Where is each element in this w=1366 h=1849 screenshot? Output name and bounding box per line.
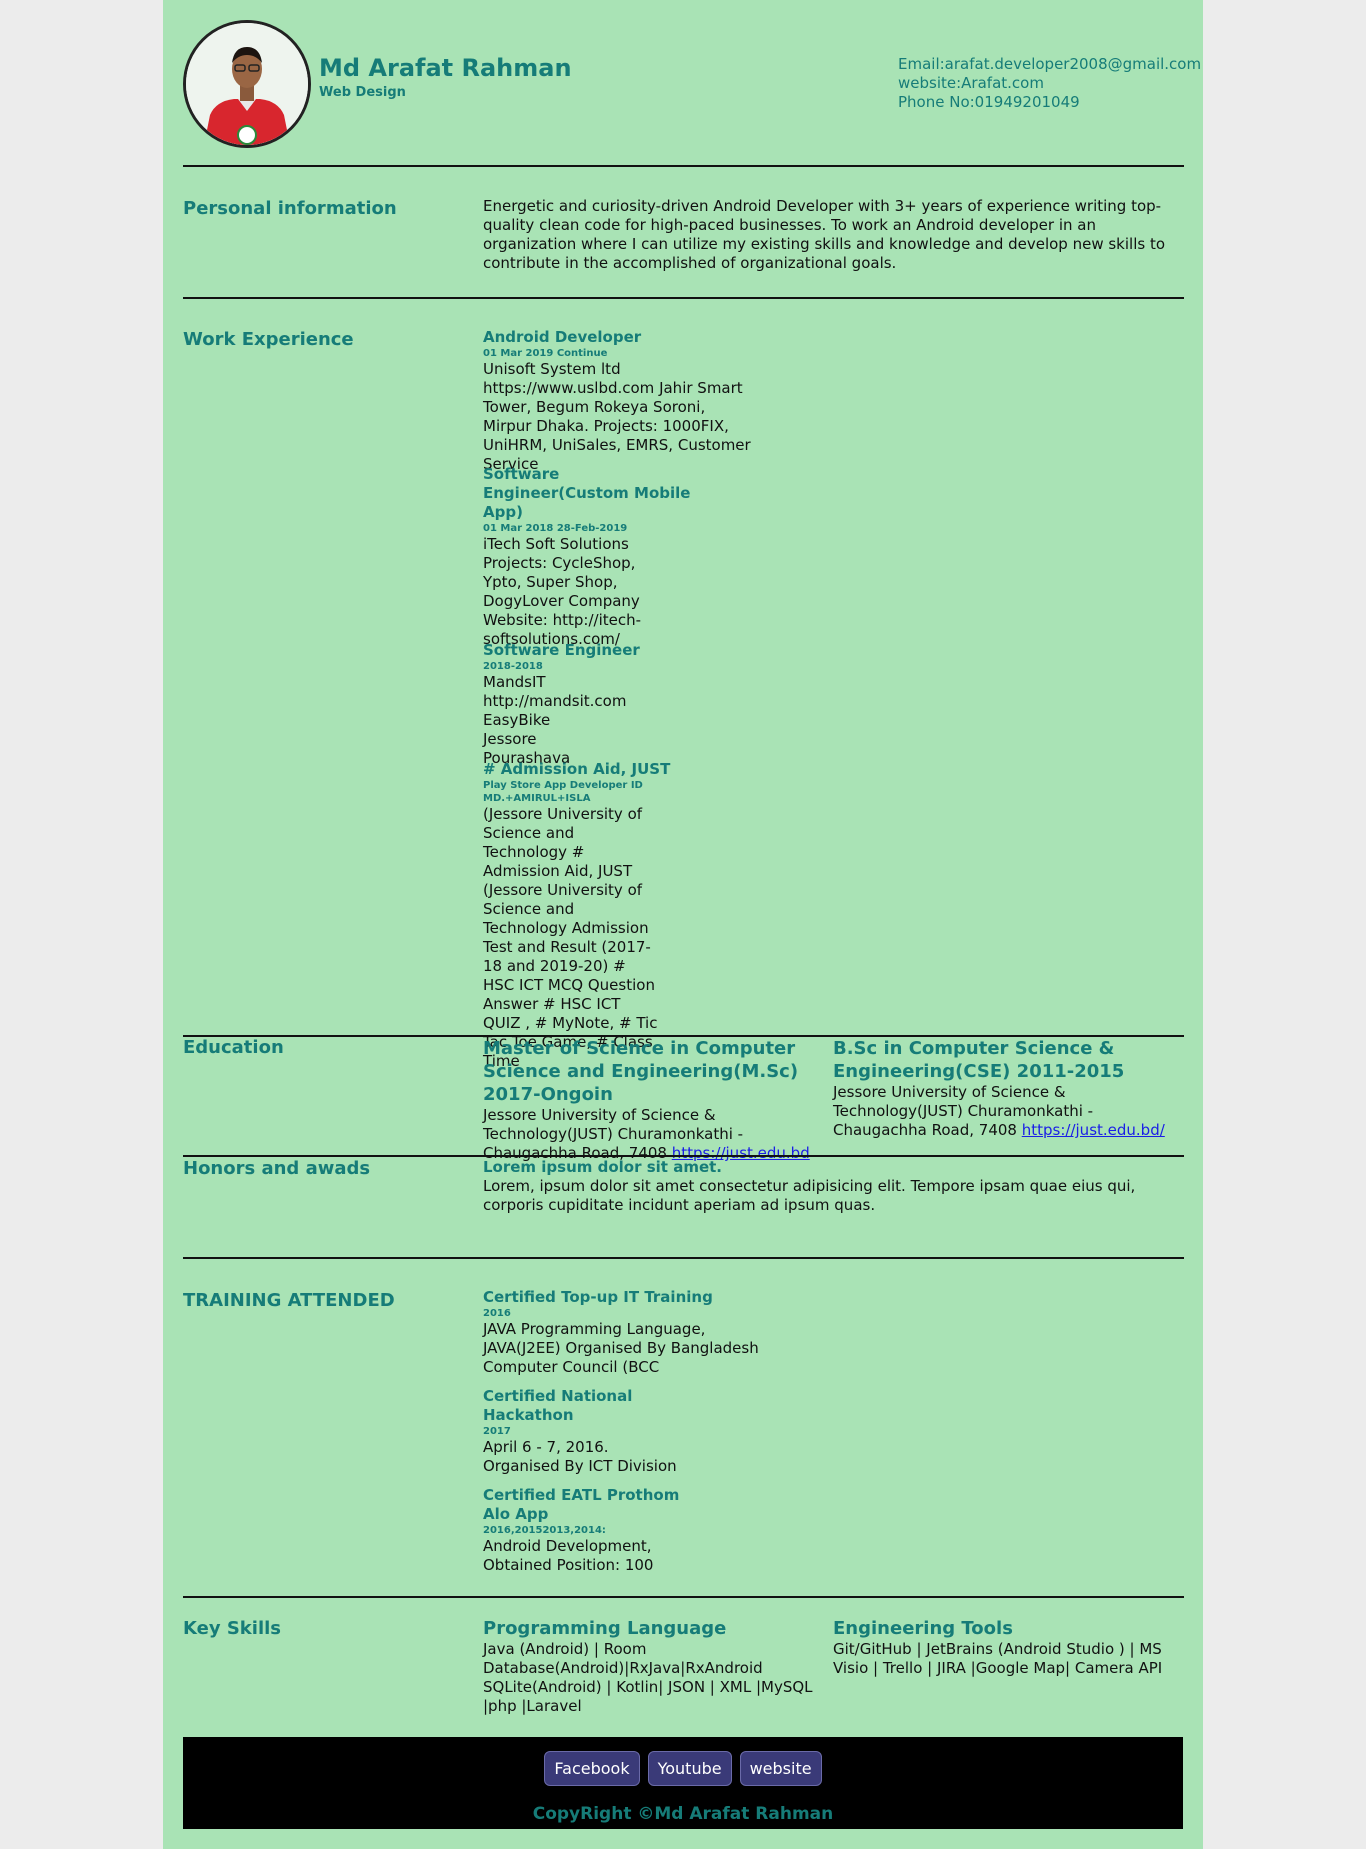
job-description: iTech Soft Solutions Projects: CycleShop… [483, 535, 642, 648]
training-date: 2016 [483, 1308, 511, 1319]
divider [183, 1155, 1184, 1157]
training-date: 2017 [483, 1426, 511, 1437]
honors-entry: Lorem ipsum dolor sit amet. Lorem, ipsum… [483, 1158, 1173, 1215]
section-title-skills: Key Skills [183, 1618, 281, 1639]
job-description: (Jessore University of Science and Techn… [483, 805, 658, 1070]
divider [183, 297, 1184, 299]
job-title: Software Engineer(Custom Mobile App) [483, 465, 691, 521]
education-description: Jessore University of Science & Technolo… [833, 1083, 1183, 1140]
job-entry: Software Engineer(Custom Mobile App) 01 … [483, 465, 693, 649]
contact-email[interactable]: Email:arafat.developer2008@gmail.com [898, 55, 1201, 74]
section-title-honors: Honors and awads [183, 1158, 371, 1179]
job-date: 2018-2018 [483, 661, 543, 672]
divider [183, 1257, 1184, 1259]
divider [183, 165, 1184, 167]
job-date: 01 Mar 2018 28-Feb-2019 [483, 523, 628, 534]
section-title-training: TRAINING ATTENDED [183, 1290, 395, 1311]
personal-summary: Energetic and curiosity-driven Android D… [483, 197, 1166, 272]
university-link[interactable]: https://just.edu.bd/ [1022, 1121, 1165, 1139]
facebook-button[interactable]: Facebook [544, 1751, 640, 1786]
training-entry: Certified National Hackathon 2017 April … [483, 1387, 703, 1476]
job-date: MD.+AMIRUL+ISLA [483, 793, 591, 804]
avatar [183, 20, 311, 148]
footer: Facebook Youtube website CopyRight ©Md A… [183, 1737, 1183, 1829]
website-button[interactable]: website [739, 1751, 822, 1786]
training-description: April 6 - 7, 2016. Organised By ICT Divi… [483, 1438, 677, 1475]
degree-title: B.Sc in Computer Science & Engineering(C… [833, 1038, 1125, 1082]
training-date: 2016,20152013,2014: [483, 1525, 606, 1536]
divider [183, 1596, 1184, 1598]
job-title: Android Developer [483, 328, 642, 346]
skill-group-list: Git/GitHub | JetBrains (Android Studio )… [833, 1640, 1163, 1677]
honors-text: Lorem, ipsum dolor sit amet consectetur … [483, 1177, 1136, 1214]
skill-group-list: Java (Android) | Room Database(Android)|… [483, 1640, 813, 1715]
job-date: Play Store App Developer ID [483, 780, 643, 791]
skill-group: Programming Language Java (Android) | Ro… [483, 1617, 823, 1716]
skill-group-title: Programming Language [483, 1618, 727, 1639]
job-title: # Admission Aid, JUST [483, 760, 671, 778]
social-links: Facebook Youtube website [183, 1751, 1183, 1786]
job-role: Web Design [319, 85, 406, 100]
contact-phone: Phone No:01949201049 [898, 93, 1080, 111]
degree-title: Master of Science in Computer Science an… [483, 1038, 799, 1105]
education-entry: B.Sc in Computer Science & Engineering(C… [833, 1037, 1183, 1140]
training-title: Certified Top-up IT Training [483, 1288, 713, 1306]
job-entry: Software Engineer 2018-2018 MandsIT http… [483, 641, 693, 768]
section-title-work: Work Experience [183, 329, 354, 350]
training-title: Certified National Hackathon [483, 1387, 633, 1424]
job-description: Unisoft System ltd https://www.uslbd.com… [483, 360, 751, 473]
training-entry: Certified EATL Prothom Alo App 2016,2015… [483, 1486, 693, 1575]
education-entry: Master of Science in Computer Science an… [483, 1037, 828, 1163]
profile-photo-icon [186, 23, 308, 145]
training-title: Certified EATL Prothom Alo App [483, 1486, 680, 1523]
job-entry: # Admission Aid, JUST Play Store App Dev… [483, 760, 693, 1071]
youtube-button[interactable]: Youtube [647, 1751, 732, 1786]
person-name: Md Arafat Rahman [319, 54, 572, 82]
section-title-education: Education [183, 1037, 284, 1058]
training-entry: Certified Top-up IT Training 2016 JAVA P… [483, 1288, 763, 1377]
contact-website[interactable]: website:Arafat.com [898, 74, 1201, 93]
contact-block: Email:arafat.developer2008@gmail.com web… [898, 55, 1201, 112]
honors-heading: Lorem ipsum dolor sit amet. [483, 1158, 722, 1176]
training-description: JAVA Programming Language, JAVA(J2EE) Or… [483, 1320, 759, 1376]
training-description: Android Development, Obtained Position: … [483, 1537, 654, 1574]
job-description: MandsIT http://mandsit.com EasyBike Jess… [483, 673, 627, 767]
copyright: CopyRight ©Md Arafat Rahman [532, 1804, 834, 1824]
job-date: 01 Mar 2019 Continue [483, 348, 608, 359]
job-entry: Android Developer 01 Mar 2019 Continue U… [483, 328, 753, 474]
skill-group: Engineering Tools Git/GitHub | JetBrains… [833, 1617, 1173, 1678]
section-title-personal: Personal information [183, 198, 397, 219]
skill-group-title: Engineering Tools [833, 1618, 1013, 1639]
resume-page: Md Arafat Rahman Web Design Email:arafat… [163, 0, 1203, 1849]
job-title: Software Engineer [483, 641, 640, 659]
